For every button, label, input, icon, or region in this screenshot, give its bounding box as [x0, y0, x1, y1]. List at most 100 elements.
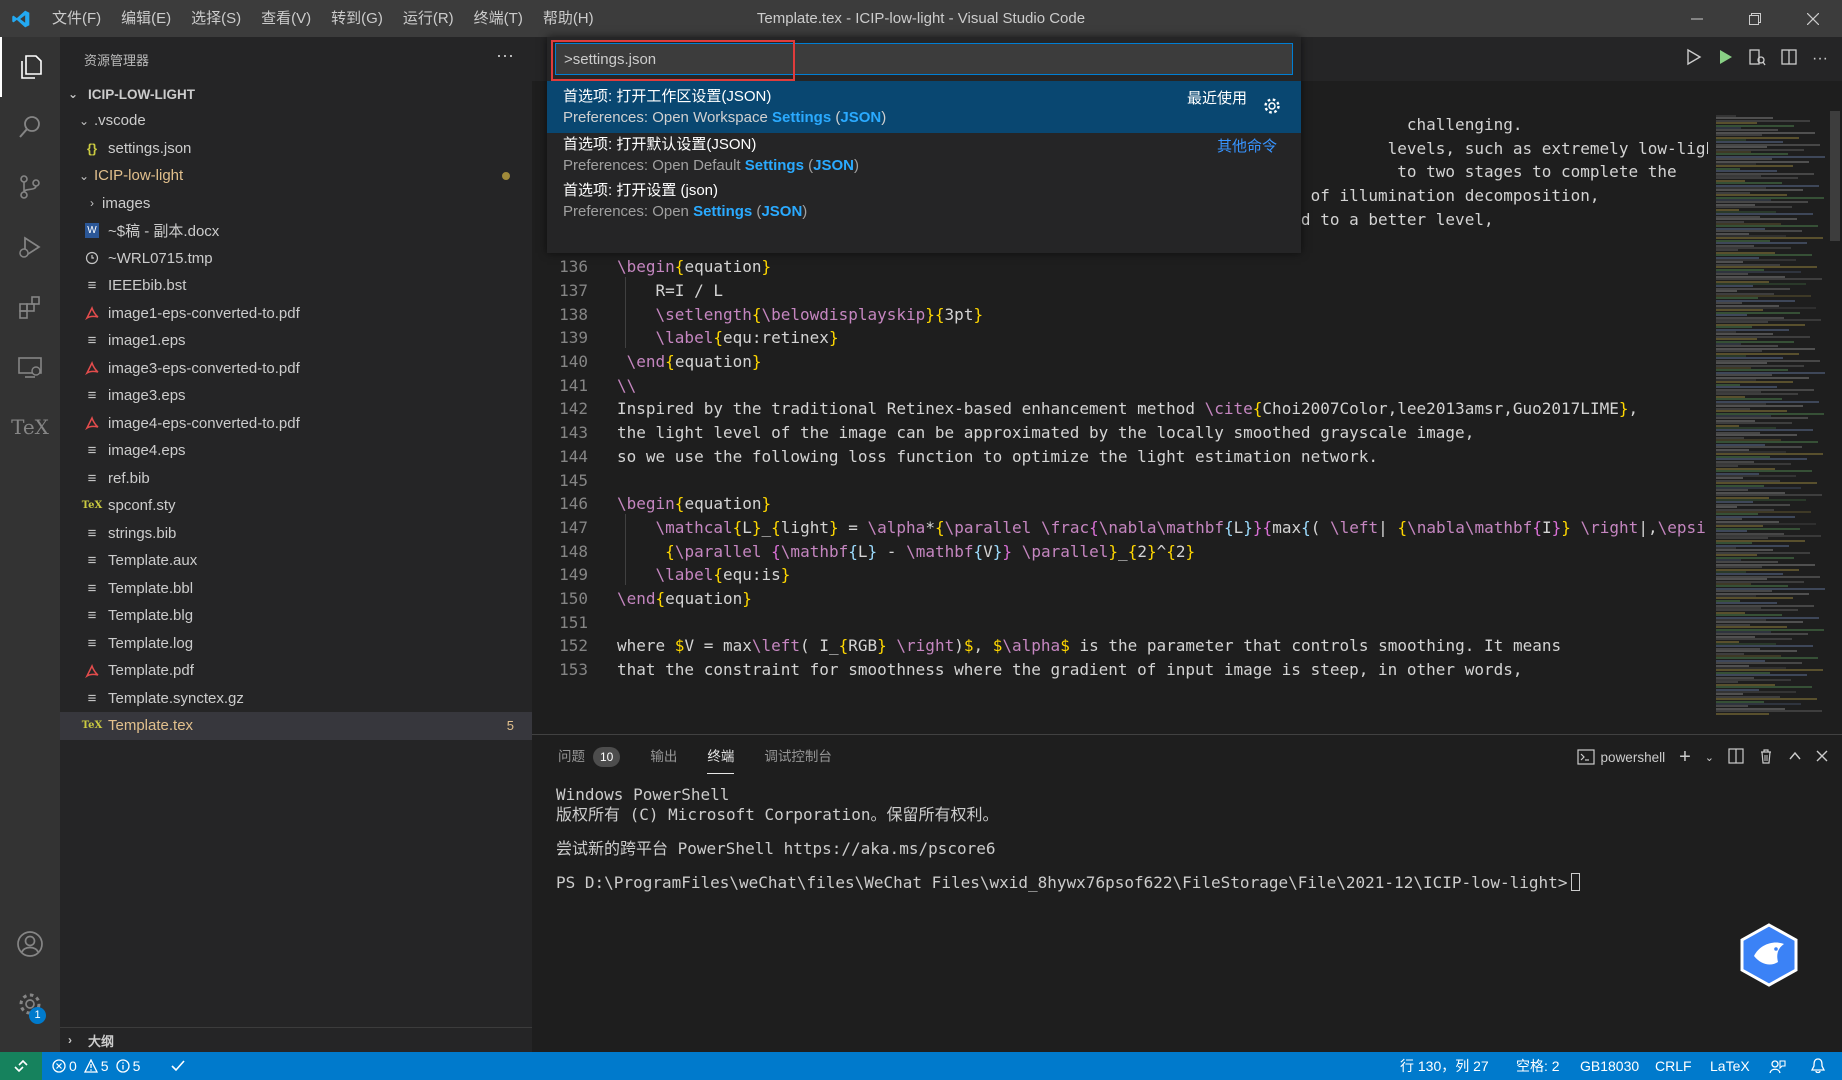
file-item[interactable]: TeX Template.tex 5 [60, 712, 532, 740]
code-line[interactable]: 141 \\ [532, 374, 1708, 398]
line-endings[interactable]: CRLF [1655, 1052, 1692, 1080]
file-item[interactable]: TeX spconf.sty [60, 492, 532, 520]
other-commands-label[interactable]: 其他命令 [1217, 135, 1277, 156]
code-line[interactable]: 149 \label{equ:is} [532, 563, 1708, 587]
code-line[interactable]: 151 [532, 611, 1708, 635]
code-line[interactable]: 137 R=I / L [532, 279, 1708, 303]
extensions-icon[interactable] [0, 277, 60, 337]
split-terminal-icon[interactable] [1728, 747, 1744, 767]
notifications-bell-icon[interactable] [1810, 1052, 1826, 1080]
file-item[interactable]: {} settings.json [60, 135, 532, 163]
chevron-down-icon[interactable]: ⌄ [1705, 751, 1714, 764]
restore-icon[interactable] [1726, 0, 1784, 37]
search-icon[interactable] [0, 97, 60, 157]
file-item[interactable]: ≡ Template.bbl [60, 575, 532, 603]
code-line[interactable]: 150 \end{equation} [532, 587, 1708, 611]
code-line[interactable]: 140 \end{equation} [532, 350, 1708, 374]
outline-section[interactable]: › 大纲 [60, 1027, 532, 1052]
remote-explorer-icon[interactable] [0, 337, 60, 397]
file-item[interactable]: ~WRL0715.tmp [60, 245, 532, 273]
language-mode[interactable]: LaTeX [1710, 1052, 1750, 1080]
panel-tab[interactable]: 输出 [650, 735, 677, 779]
panel-tab[interactable]: 调试控制台 [764, 735, 832, 779]
problems-status[interactable]: 0 5 5 [52, 1052, 140, 1080]
tex-icon[interactable]: TeX [0, 397, 60, 457]
code-line[interactable]: 139 \label{equ:retinex} [532, 326, 1708, 350]
editor-scrollbar[interactable] [1830, 111, 1840, 241]
file-item[interactable]: ≡ Template.log [60, 630, 532, 658]
more-editor-actions-icon[interactable]: ··· [1812, 50, 1828, 68]
close-panel-icon[interactable] [1816, 750, 1828, 765]
remote-indicator-icon[interactable] [0, 1052, 42, 1080]
menu-run[interactable]: 运行(R) [393, 0, 464, 37]
menu-edit[interactable]: 编辑(E) [111, 0, 181, 37]
file-item[interactable]: ≡ strings.bib [60, 520, 532, 548]
configure-keybinding-gear-icon[interactable] [1263, 97, 1281, 120]
panel-tab[interactable]: 终端 [707, 735, 735, 779]
manage-gear-icon[interactable]: 1 [0, 974, 60, 1034]
code-line[interactable]: 152 where $V = max\left( I_{RGB} \right)$… [532, 634, 1708, 658]
code-line[interactable]: 146 \begin{equation} [532, 492, 1708, 516]
folder-item[interactable]: ⌄ .vscode [60, 107, 532, 135]
file-item[interactable]: ≡ image4.eps [60, 437, 532, 465]
run-debug-icon[interactable] [0, 217, 60, 277]
run-icon[interactable] [1684, 48, 1702, 71]
check-icon[interactable] [170, 1052, 186, 1080]
cursor-position[interactable]: 行 130，列 27 [1400, 1052, 1489, 1080]
command-item[interactable]: 首选项: 打开设置 (json) Preferences: Open Setti… [547, 175, 1301, 227]
panel-tab[interactable]: 问题 10 [558, 735, 621, 779]
new-terminal-icon[interactable]: + [1679, 746, 1691, 769]
code-line[interactable]: 138 \setlength{\belowdisplayskip}{3pt} [532, 303, 1708, 327]
file-item[interactable]: image4-eps-converted-to.pdf [60, 410, 532, 438]
menu-terminal[interactable]: 终端(T) [464, 0, 533, 37]
file-item[interactable]: ≡ ref.bib [60, 465, 532, 493]
source-control-icon[interactable] [0, 157, 60, 217]
maximize-panel-icon[interactable] [1788, 749, 1802, 766]
account-icon[interactable] [0, 914, 60, 974]
file-item[interactable]: W ~$稿 - 副本.docx [60, 217, 532, 245]
vscode-logo-icon[interactable] [0, 0, 42, 37]
minimize-icon[interactable] [1668, 0, 1726, 37]
encoding[interactable]: GB18030 [1580, 1052, 1639, 1080]
file-item[interactable]: ≡ IEEEbib.bst [60, 272, 532, 300]
kill-terminal-icon[interactable] [1758, 748, 1774, 767]
command-item[interactable]: 首选项: 打开默认设置(JSON) Preferences: Open Defa… [547, 129, 1301, 181]
file-item[interactable]: ≡ image1.eps [60, 327, 532, 355]
file-item[interactable]: image3-eps-converted-to.pdf [60, 355, 532, 383]
code-line[interactable]: 144 so we use the following loss function… [532, 445, 1708, 469]
feishu-bird-logo[interactable] [1736, 922, 1802, 988]
menu-help[interactable]: 帮助(H) [533, 0, 604, 37]
menu-view[interactable]: 查看(V) [251, 0, 321, 37]
code-line[interactable]: 148 {\parallel {\mathbf{L} - \mathbf{V}}… [532, 540, 1708, 564]
terminal-shell-selector[interactable]: powershell [1576, 749, 1665, 765]
project-root[interactable]: ⌄ ICIP-LOW-LIGHT [60, 81, 532, 107]
file-item[interactable]: ≡ Template.blg [60, 602, 532, 630]
code-line[interactable]: 145 [532, 469, 1708, 493]
code-line[interactable]: 136 \begin{equation} [532, 255, 1708, 279]
command-palette-input[interactable] [555, 43, 1293, 75]
code-line[interactable]: 142 Inspired by the traditional Retinex-b… [532, 397, 1708, 421]
build-latex-icon[interactable] [1716, 48, 1734, 71]
explorer-icon[interactable] [0, 37, 60, 97]
feedback-icon[interactable] [1768, 1052, 1786, 1080]
indentation[interactable]: 空格: 2 [1516, 1052, 1560, 1080]
view-pdf-icon[interactable] [1748, 48, 1766, 71]
menu-selection[interactable]: 选择(S) [181, 0, 251, 37]
code-line[interactable]: 147 \mathcal{L}_{light} = \alpha*{\paral… [532, 516, 1708, 540]
code-line[interactable]: 143 the light level of the image can be a… [532, 421, 1708, 445]
more-actions-icon[interactable]: ··· [496, 45, 514, 66]
file-item[interactable]: image1-eps-converted-to.pdf [60, 300, 532, 328]
code-line[interactable]: 153 that the constraint for smoothness wh… [532, 658, 1708, 682]
close-window-icon[interactable] [1784, 0, 1842, 37]
terminal-output[interactable]: Windows PowerShell 版权所有 (C) Microsoft Cor… [556, 785, 1581, 893]
menu-go[interactable]: 转到(G) [321, 0, 393, 37]
split-editor-icon[interactable] [1780, 48, 1798, 71]
file-item[interactable]: ≡ Template.aux [60, 547, 532, 575]
minimap[interactable] [1708, 111, 1842, 734]
file-item[interactable]: ≡ image3.eps [60, 382, 532, 410]
folder-item[interactable]: ⌄ ICIP-low-light [60, 162, 532, 190]
folder-item[interactable]: › images [60, 190, 532, 218]
file-item[interactable]: ≡ Template.synctex.gz [60, 685, 532, 713]
command-item[interactable]: 首选项: 打开工作区设置(JSON) Preferences: Open Wor… [547, 81, 1301, 133]
menu-file[interactable]: 文件(F) [42, 0, 111, 37]
